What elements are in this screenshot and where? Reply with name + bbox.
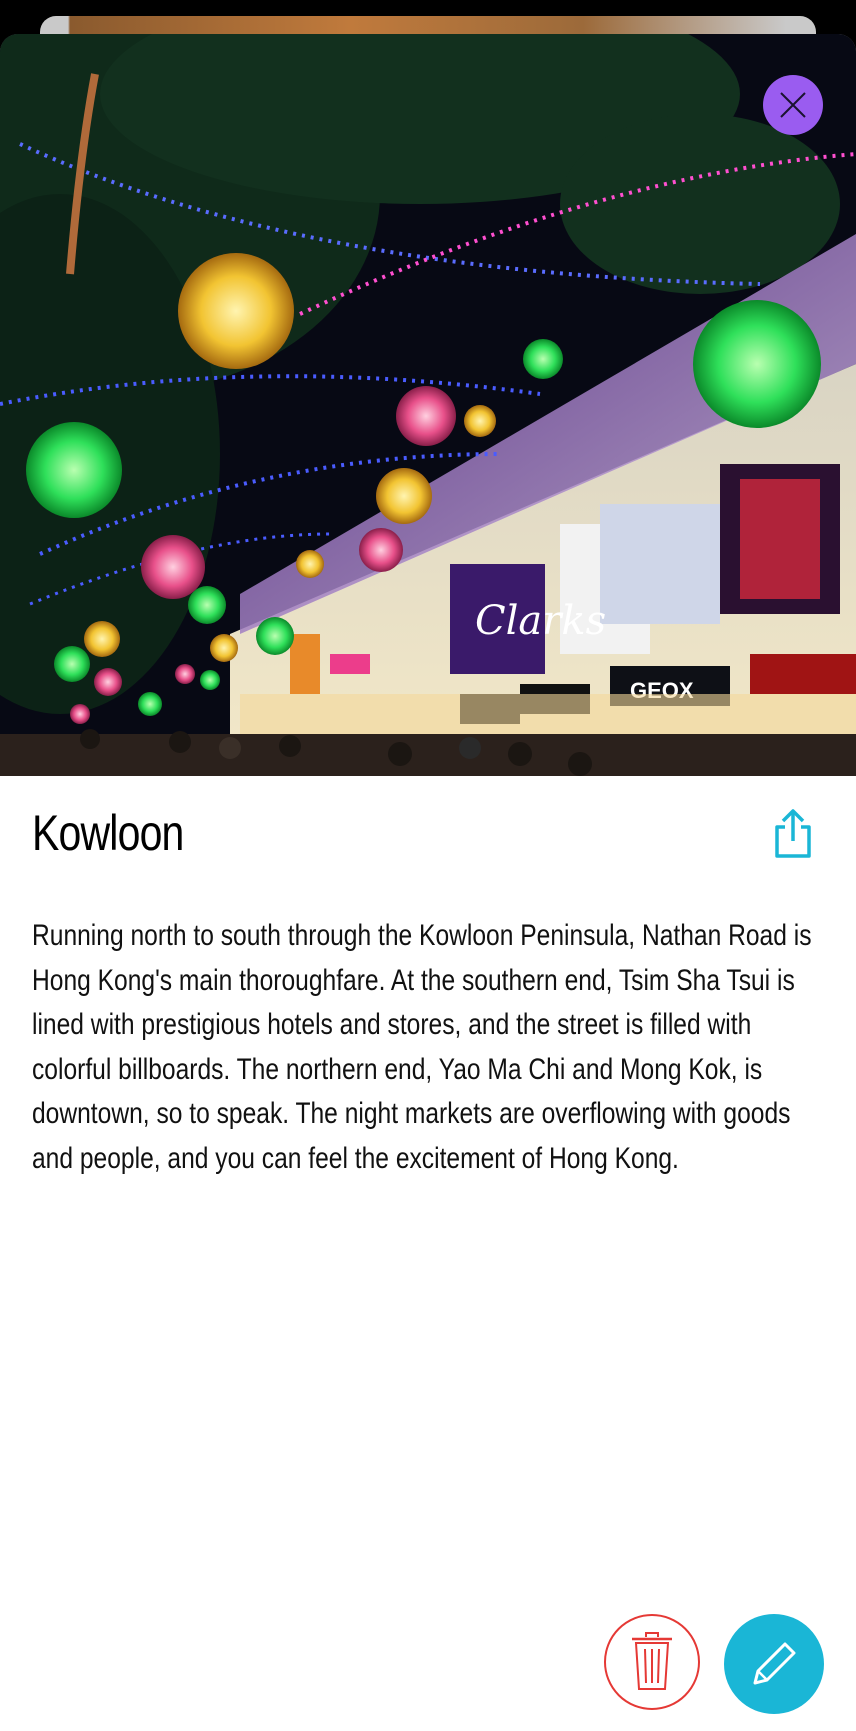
place-photo: Clarks GEOX	[0, 34, 856, 776]
screen: Clarks GEOX Kowloon Running north to sou…	[0, 0, 856, 1731]
place-description: Running north to south through the Kowlo…	[32, 919, 812, 1175]
delete-button[interactable]	[604, 1614, 700, 1710]
share-icon	[775, 809, 811, 858]
pencil-icon	[753, 1642, 796, 1685]
place-detail-sheet: Clarks GEOX Kowloon Running north to sou…	[0, 34, 856, 1731]
share-button[interactable]	[768, 804, 818, 864]
place-title: Kowloon	[32, 805, 184, 861]
edit-button[interactable]	[724, 1614, 824, 1714]
close-button[interactable]	[763, 75, 823, 135]
trash-icon	[632, 1632, 672, 1690]
clarks-sign: Clarks	[475, 598, 606, 644]
title-row: Kowloon	[32, 804, 824, 874]
close-icon	[780, 92, 806, 118]
